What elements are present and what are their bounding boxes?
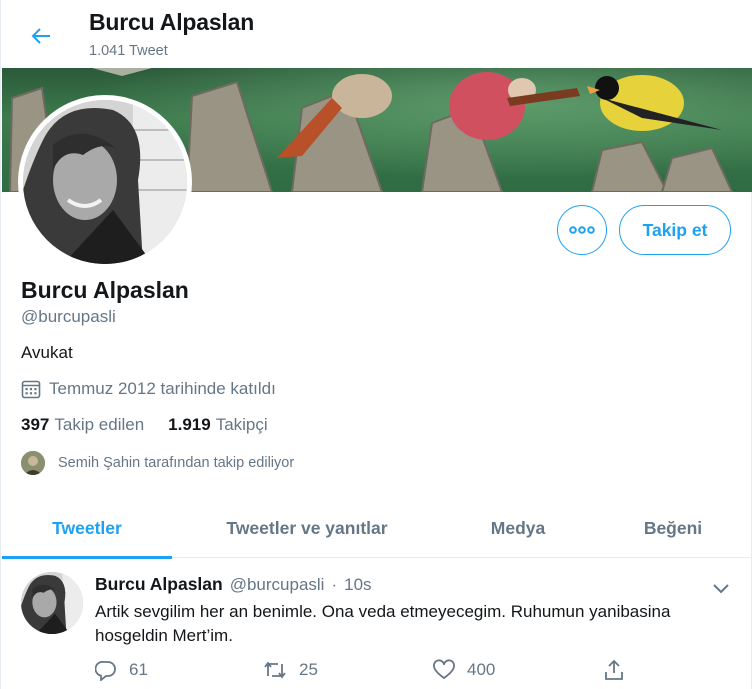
- followed-by-text: Semih Şahin tarafından takip ediliyor: [58, 455, 295, 471]
- follow-stats: 397 Takip edilen 1.919 Takipçi: [21, 415, 268, 435]
- profile-name: Burcu Alpaslan: [21, 277, 189, 303]
- follower-avatar: [21, 451, 45, 475]
- retweet-icon: [264, 661, 286, 679]
- tweet-actions: 61 25 400: [95, 659, 655, 685]
- reply-count: 61: [129, 660, 148, 679]
- avatar-photo: [23, 100, 187, 264]
- tweet-text: Artik sevgilim her an benimle. Ona veda …: [95, 602, 671, 645]
- retweet-count: 25: [299, 660, 318, 679]
- retweet-button[interactable]: 25: [263, 659, 318, 681]
- following-count: 397: [21, 415, 50, 434]
- arrow-left-icon: [31, 28, 50, 44]
- tweet[interactable]: Burcu Alpaslan @burcupasli · 10s Artik s…: [2, 559, 752, 689]
- followers-count: 1.919: [168, 415, 211, 434]
- join-date-text: Temmuz 2012 tarihinde katıldı: [49, 379, 276, 398]
- tab-tweets-and-replies[interactable]: Tweetler ve yanıtlar: [172, 498, 442, 558]
- tweet-header: Burcu Alpaslan @burcupasli · 10s: [95, 574, 372, 595]
- profile-bio: Avukat: [21, 343, 73, 362]
- profile-avatar[interactable]: [18, 95, 192, 269]
- more-dots-icon: [569, 226, 595, 234]
- like-button[interactable]: 400: [433, 659, 495, 681]
- calendar-icon: [21, 380, 41, 399]
- header-tweet-count: 1.041 Tweet: [89, 43, 168, 59]
- reply-icon: [95, 660, 116, 681]
- followed-by[interactable]: Semih Şahin tarafından takip ediliyor: [21, 451, 294, 475]
- following-link[interactable]: 397 Takip edilen: [21, 415, 144, 435]
- more-options-button[interactable]: [557, 205, 607, 255]
- profile-tabs: Tweetler Tweetler ve yanıtlar Medya Beğe…: [2, 498, 752, 559]
- header-title: Burcu Alpaslan: [89, 9, 255, 35]
- following-label: Takip edilen: [54, 415, 145, 434]
- join-date: Temmuz 2012 tarihinde katıldı: [21, 379, 276, 399]
- share-button[interactable]: [603, 659, 625, 681]
- tweet-avatar[interactable]: [21, 572, 83, 634]
- heart-icon: [433, 659, 455, 680]
- like-count: 400: [467, 660, 496, 679]
- tweet-time[interactable]: 10s: [344, 575, 371, 595]
- follow-button[interactable]: Takip et: [619, 205, 731, 255]
- back-button[interactable]: [23, 18, 59, 54]
- profile-page: Burcu Alpaslan 1.041 Tweet Takip et Burc…: [0, 0, 752, 689]
- share-icon: [605, 659, 623, 680]
- tweet-author-handle[interactable]: @burcupasli: [230, 575, 325, 595]
- followers-label: Takipçi: [215, 415, 268, 434]
- chevron-down-icon[interactable]: [710, 577, 732, 599]
- reply-button[interactable]: 61: [95, 659, 148, 681]
- profile-handle: @burcupasli: [21, 307, 116, 326]
- tab-tweets[interactable]: Tweetler: [2, 498, 172, 559]
- tab-likes[interactable]: Beğeni: [594, 498, 752, 558]
- tweet-author-name[interactable]: Burcu Alpaslan: [95, 574, 223, 595]
- tweet-separator: ·: [331, 575, 338, 594]
- followers-link[interactable]: 1.919 Takipçi: [168, 415, 268, 435]
- top-header: Burcu Alpaslan 1.041 Tweet: [1, 0, 752, 68]
- tab-media[interactable]: Medya: [442, 498, 594, 558]
